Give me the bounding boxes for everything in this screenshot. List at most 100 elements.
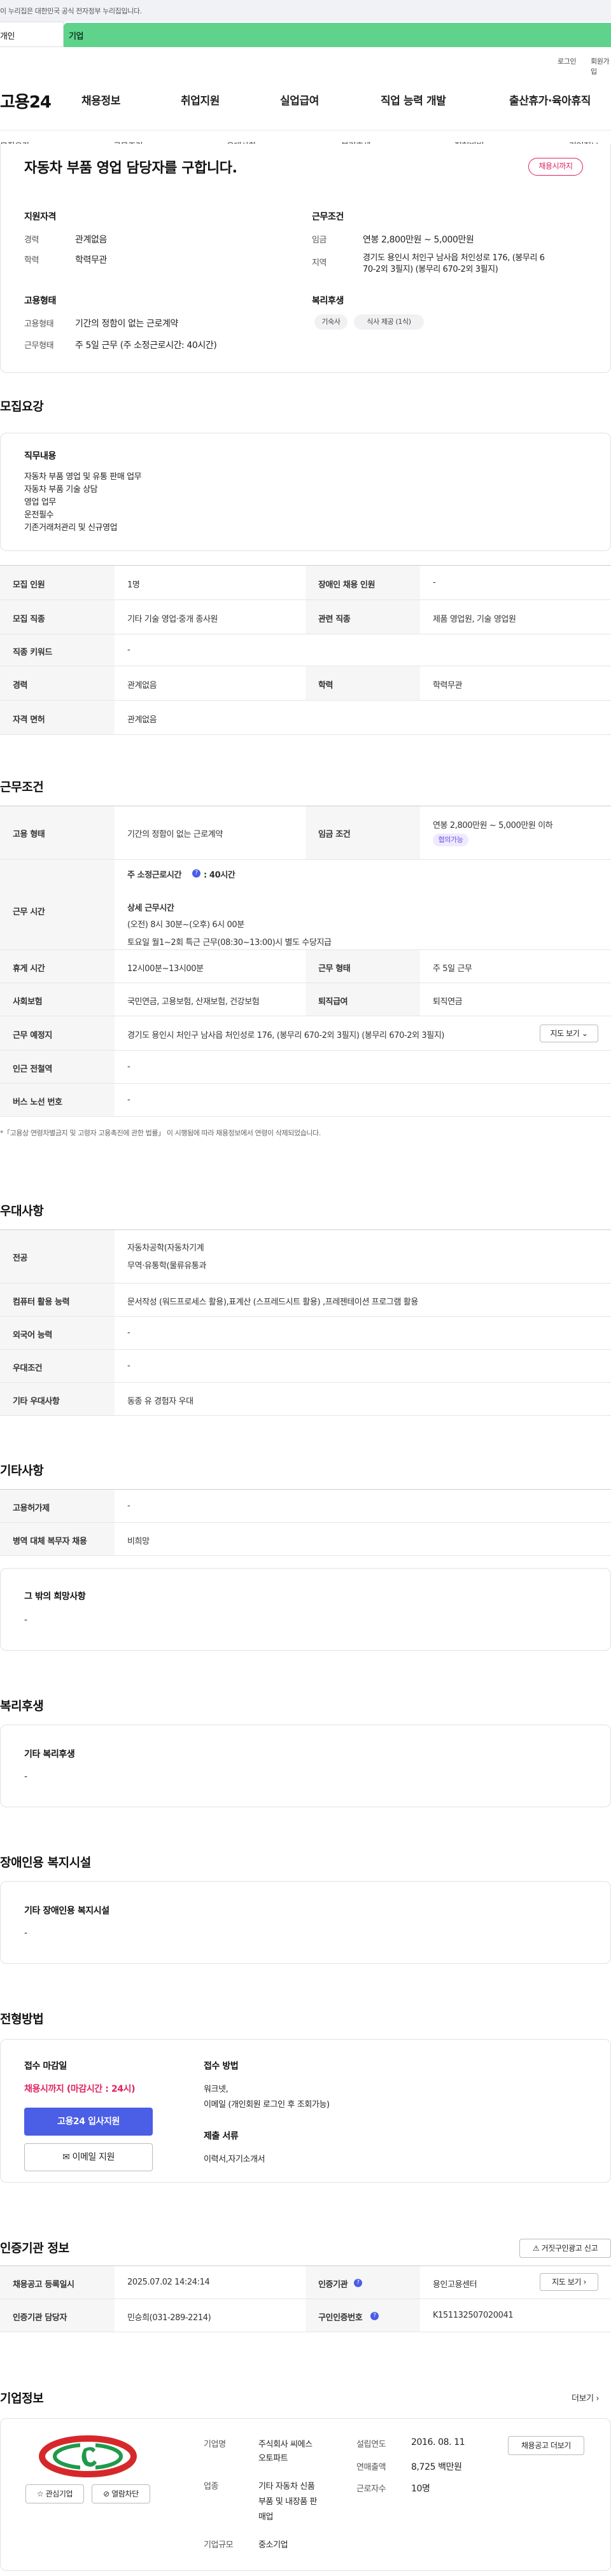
- company-biz: 매업: [258, 2512, 274, 2522]
- gnb-employment-support[interactable]: 취업지원: [181, 92, 220, 108]
- gnb-unemployment-benefit[interactable]: 실업급여: [280, 92, 319, 108]
- login-link[interactable]: 로그인: [558, 56, 577, 66]
- company-field-label: 설립연도: [356, 2440, 386, 2449]
- chevron-right-icon: ›: [596, 2394, 600, 2404]
- work-heading: 근무조건: [0, 780, 44, 794]
- company-more-link[interactable]: 더보기 ›: [572, 2391, 600, 2404]
- row-label: 휴게 시간: [13, 964, 45, 974]
- negotiable-pill: 협의가능: [433, 834, 468, 846]
- row-value: 문서작성 (워드프로세스 활용),표계산 (스프레드시트 활용) ,프레젠테이션…: [127, 1298, 418, 1307]
- company-jobs-button[interactable]: 채용공고 더보기: [508, 2436, 584, 2455]
- company-field-label: 연매출액: [356, 2463, 386, 2472]
- gnb-jobs[interactable]: 채용정보: [81, 92, 120, 108]
- row-value: 관계없음: [127, 681, 157, 690]
- welfare-box-value: -: [24, 1772, 27, 1782]
- cond-value: 연봉 2,800만원 ~ 5,000만원: [363, 235, 474, 245]
- join-link[interactable]: 회원가입: [591, 56, 611, 76]
- gnb-parental-leave[interactable]: 출산휴가·육아휴직: [509, 92, 591, 108]
- company-biz: 기타 자동차 신품: [258, 2482, 315, 2491]
- disability-box: [0, 1881, 611, 1964]
- row-value: 기간의 정함이 없는 근로계약: [127, 830, 223, 839]
- company-emp: 10명: [411, 2484, 430, 2494]
- row-value: -: [127, 1062, 130, 1072]
- site-logo[interactable]: 고용24: [0, 89, 52, 113]
- report-button[interactable]: ⚠ 거짓구인광고 신고: [519, 2239, 611, 2258]
- age-note: *「고용상 연령차별금지 및 고령자 고용촉진에 관한 법률」 이 시행됨에 따…: [0, 1129, 321, 1137]
- docs-value: 이력서,자기소개서: [204, 2155, 265, 2164]
- method-line: 워크넷,: [204, 2085, 228, 2094]
- apply-button[interactable]: 고용24 입사지원: [24, 2108, 153, 2136]
- row-label: 사회보험: [13, 997, 43, 1007]
- company-name: 주식회사 씨에스: [258, 2440, 313, 2449]
- row-value: 무역·유통학(물류유통과: [127, 1261, 207, 1271]
- row-label: 기타 우대사항: [13, 1397, 60, 1406]
- row-label: 모집 인원: [13, 580, 45, 590]
- disability-box-value: -: [24, 1928, 27, 1938]
- tab-personal[interactable]: 개인: [0, 22, 64, 47]
- chevron-right-icon: ›: [583, 2278, 587, 2286]
- cert-map-button[interactable]: 지도 보기 ›: [540, 2273, 598, 2291]
- row-value: 관계없음: [127, 715, 157, 725]
- deadline-badge: 채용시까지: [528, 158, 583, 176]
- mail-icon: ✉: [62, 2152, 70, 2162]
- cond-title: 근무조건: [312, 212, 344, 222]
- row-value: 12시00분~13시00분: [127, 964, 204, 974]
- process-heading: 전형방법: [0, 2012, 44, 2026]
- row-label: 채용공고 등록일시: [13, 2280, 74, 2290]
- row-value: -: [127, 645, 130, 655]
- row-label: 장애인 채용 인원: [318, 580, 376, 590]
- row-value: 학력무관: [433, 681, 463, 690]
- hope-box: [0, 1568, 611, 1651]
- welfare-title: 복리후생: [312, 296, 344, 306]
- row-label: 우대조건: [13, 1364, 43, 1373]
- tab-corp[interactable]: 기업: [64, 23, 611, 47]
- help-icon[interactable]: ?: [192, 869, 200, 878]
- help-icon[interactable]: ?: [370, 2312, 379, 2320]
- row-value: 자동차공학(자동차기계: [127, 1243, 204, 1253]
- row-value: 비희망: [127, 1537, 150, 1546]
- block-company-button[interactable]: ⊘ 열람차단: [92, 2484, 150, 2503]
- duty-line: 자동차 부품 영업 및 유통 판매 업무: [24, 472, 142, 482]
- welfare-chip: 기숙사: [314, 314, 348, 330]
- row-label: 인증기관: [318, 2280, 348, 2290]
- welfare-heading: 복리후생: [0, 1699, 44, 1713]
- help-icon[interactable]: ?: [354, 2279, 362, 2287]
- row-label: 병역 대체 복무자 채용: [13, 1537, 87, 1546]
- emp-title: 고용형태: [24, 296, 56, 306]
- company-biz: 부품 및 내장품 판: [258, 2497, 318, 2507]
- gnb-skills-development[interactable]: 직업 능력 개발: [381, 92, 446, 108]
- disability-heading: 장애인용 복지시설: [0, 1856, 91, 1870]
- row-value: 1명: [127, 580, 140, 590]
- detail-hours-line: (오전) 8시 30분~(오후) 6시 00분: [127, 920, 244, 930]
- cond-label: 지역: [312, 258, 327, 268]
- row-label: 외국어 능력: [13, 1331, 52, 1340]
- map-button[interactable]: 지도 보기 ⌄: [540, 1025, 598, 1042]
- detail-hours-title: 상세 근무시간: [127, 904, 174, 913]
- duty-line: 기존거래처관리 및 신규영업: [24, 523, 118, 533]
- row-label: 학력: [318, 681, 334, 690]
- row-value: 제품 영업원, 기술 영업원: [433, 615, 516, 624]
- row-value: -: [127, 1501, 130, 1511]
- method-line: 이메일 (개인회원 로그인 후 조회가능): [204, 2100, 330, 2110]
- row-value: 주 5일 근무: [433, 964, 472, 974]
- row-value: 경기도 용인시 처인구 남사읍 처인성로 176, (봉무리 670-2외 3필…: [127, 1031, 445, 1040]
- row-label: 경력: [13, 681, 28, 690]
- email-apply-button[interactable]: ✉ 이메일 지원: [24, 2143, 153, 2171]
- hope-value: -: [24, 1615, 27, 1625]
- row-label: 근무 시간: [13, 907, 45, 917]
- star-icon: ☆: [36, 2489, 44, 2498]
- cond-value-2: 70-2외 3필지) (봉무리 670-2외 3필지): [363, 265, 498, 274]
- audience-tabs: 개인 기업: [0, 22, 611, 47]
- chevron-down-icon: ⌄: [581, 1029, 588, 1038]
- row-label: 근무 예정지: [13, 1031, 52, 1040]
- job-title: 자동차 부품 영업 담당자를 구합니다.: [24, 160, 237, 176]
- other-heading: 기타사항: [0, 1464, 44, 1478]
- row-label: 인근 전철역: [13, 1065, 52, 1074]
- emp-value: 주 5일 근무 (주 소정근로시간: 40시간): [75, 340, 217, 351]
- emp-value: 기간의 정함이 없는 근로계약: [75, 319, 178, 329]
- favorite-company-button[interactable]: ☆ 관심기업: [25, 2484, 84, 2503]
- company-field-label: 업종: [204, 2482, 219, 2491]
- row-value: -: [127, 1095, 130, 1105]
- qual-label: 경력: [24, 235, 39, 245]
- row-value: -: [127, 1328, 130, 1338]
